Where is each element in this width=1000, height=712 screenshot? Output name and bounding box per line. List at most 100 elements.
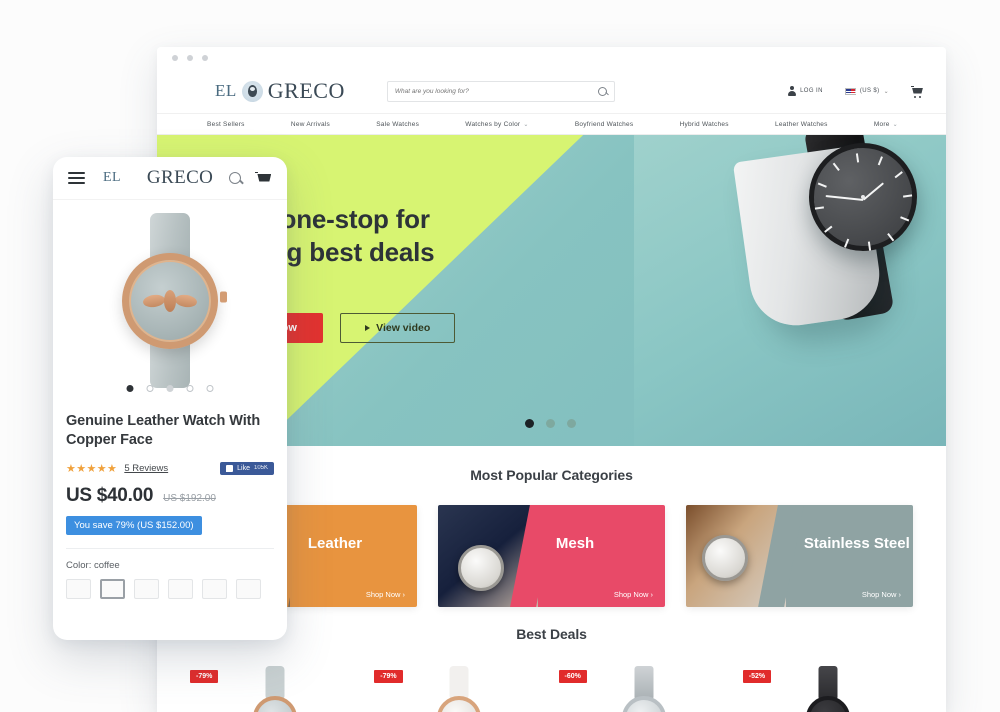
play-icon <box>365 325 371 331</box>
deal-product-image <box>247 666 303 712</box>
deal-product-image <box>431 666 487 712</box>
facebook-like-count: 105K <box>253 465 268 472</box>
search-input[interactable] <box>394 87 598 95</box>
nav-item-watches-by-color[interactable]: Watches by Color ⌄ <box>465 121 528 128</box>
nav-item-boyfriend-watches[interactable]: Boyfriend Watches <box>575 121 634 128</box>
view-video-label: View video <box>376 322 431 334</box>
main-navigation: Best Sellers New Arrivals Sale Watches W… <box>157 113 946 135</box>
deal-card[interactable]: -79% <box>374 662 545 712</box>
color-swatch[interactable] <box>66 578 91 599</box>
gallery-dot-2[interactable] <box>146 385 154 392</box>
window-control-dot[interactable] <box>172 55 178 61</box>
search-icon[interactable] <box>229 172 242 184</box>
deal-card[interactable]: -52% <box>742 662 913 712</box>
bearded-face-icon <box>125 169 143 187</box>
discount-badge: -79% <box>190 670 219 683</box>
person-icon <box>788 86 797 96</box>
bee-motif-icon <box>142 288 198 314</box>
chevron-down-icon: ⌄ <box>883 88 889 95</box>
watch-crown <box>220 291 227 302</box>
deal-product-image <box>800 666 856 712</box>
currency-selector[interactable]: (US $) ⌄ <box>844 87 889 95</box>
category-card-mesh[interactable]: Mesh Shop Now › <box>438 505 665 607</box>
chevron-down-icon: ⌄ <box>892 121 898 128</box>
discount-badge: -60% <box>558 670 587 683</box>
price-row: US $40.00 US $192.00 <box>66 485 274 507</box>
logo-prefix: EL <box>215 81 237 100</box>
deal-card[interactable]: -60% <box>558 662 729 712</box>
category-panel: Leather Shop Now › <box>289 505 417 607</box>
gallery-dots <box>126 385 214 392</box>
category-card-stainless-steel[interactable]: Stainless Steel Shop Now › <box>686 505 913 607</box>
color-swatch[interactable] <box>202 578 227 599</box>
logo-name: GRECO <box>267 78 345 103</box>
nav-label: Sale Watches <box>376 120 420 128</box>
cart-icon[interactable] <box>911 85 924 98</box>
color-option-label: Color: coffee <box>66 559 120 571</box>
carousel-dot-1[interactable] <box>525 419 534 428</box>
login-button[interactable]: LOG IN <box>788 86 823 96</box>
thumbs-up-icon <box>226 464 234 472</box>
nav-item-hybrid-watches[interactable]: Hybrid Watches <box>680 121 729 128</box>
color-swatch[interactable] <box>134 578 159 599</box>
nav-label: Leather Watches <box>774 120 828 128</box>
category-shop-now-link[interactable]: Shop Now › <box>862 590 901 599</box>
nav-label: More <box>873 120 890 128</box>
color-swatch-selected[interactable] <box>100 578 125 599</box>
site-logo[interactable]: EL GRECO <box>215 78 345 104</box>
hamburger-menu-icon[interactable] <box>68 169 85 187</box>
gallery-dot-1[interactable] <box>126 385 134 392</box>
facebook-like-label: Like <box>237 464 250 472</box>
search-bar[interactable] <box>386 80 615 102</box>
original-price: US $192.00 <box>163 492 216 504</box>
rating-row: ★★★★★ 5 Reviews Like 105K <box>66 461 274 475</box>
logo-prefix: EL <box>103 170 121 185</box>
logo-name: GRECO <box>146 167 214 188</box>
color-swatch[interactable] <box>236 578 261 599</box>
category-label: Mesh <box>555 535 595 552</box>
gallery-dot-5[interactable] <box>206 385 214 392</box>
nav-item-leather-watches[interactable]: Leather Watches <box>775 121 828 128</box>
product-watch-image <box>105 212 235 388</box>
nav-item-sale-watches[interactable]: Sale Watches <box>376 121 419 128</box>
carousel-dot-3[interactable] <box>567 419 576 428</box>
nav-item-more[interactable]: More ⌄ <box>874 121 898 128</box>
login-label: LOG IN <box>800 88 823 94</box>
category-shop-now-link[interactable]: Shop Now › <box>366 590 405 599</box>
reviews-link[interactable]: 5 Reviews <box>124 463 168 474</box>
discount-badge: -52% <box>742 670 772 683</box>
cart-icon[interactable] <box>255 171 271 185</box>
nav-item-new-arrivals[interactable]: New Arrivals <box>291 121 330 128</box>
carousel-dot-2[interactable] <box>546 419 555 428</box>
category-shop-now-link[interactable]: Shop Now › <box>614 590 653 599</box>
nav-label: New Arrivals <box>290 120 331 128</box>
search-icon[interactable] <box>597 86 607 96</box>
gallery-dot-4[interactable] <box>186 385 194 392</box>
mobile-product-gallery[interactable] <box>53 200 287 400</box>
nav-label: Boyfriend Watches <box>574 120 634 128</box>
deal-product-image <box>616 666 672 712</box>
bearded-face-icon <box>241 80 263 102</box>
header-actions: LOG IN (US $) ⌄ <box>788 85 924 98</box>
nav-item-best-sellers[interactable]: Best Sellers <box>207 121 245 128</box>
gallery-dot-3[interactable] <box>166 385 174 392</box>
view-video-button[interactable]: View video <box>340 313 456 343</box>
mobile-product-info: Genuine Leather Watch With Copper Face ★… <box>53 400 287 599</box>
facebook-like-button[interactable]: Like 105K <box>220 461 274 475</box>
window-control-dot[interactable] <box>202 55 208 61</box>
star-rating-icon: ★★★★★ <box>66 462 118 475</box>
category-panel: Mesh Shop Now › <box>537 505 665 607</box>
nav-label: Best Sellers <box>207 120 245 128</box>
color-swatch[interactable] <box>168 578 193 599</box>
watch-dial <box>122 252 218 349</box>
deal-card[interactable]: -79% <box>190 662 361 712</box>
current-price: US $40.00 <box>66 484 154 506</box>
chevron-down-icon: ⌄ <box>523 121 529 128</box>
section-divider <box>66 547 274 549</box>
window-control-dot[interactable] <box>187 55 193 61</box>
mobile-site-logo[interactable]: EL GRECO <box>103 167 213 189</box>
mobile-product-card: EL GRECO Genuine Leather Watch With Copp… <box>53 157 287 640</box>
window-titlebar <box>157 47 946 69</box>
category-panel: Stainless Steel Shop Now › <box>785 505 913 607</box>
category-label: Leather <box>307 535 363 552</box>
